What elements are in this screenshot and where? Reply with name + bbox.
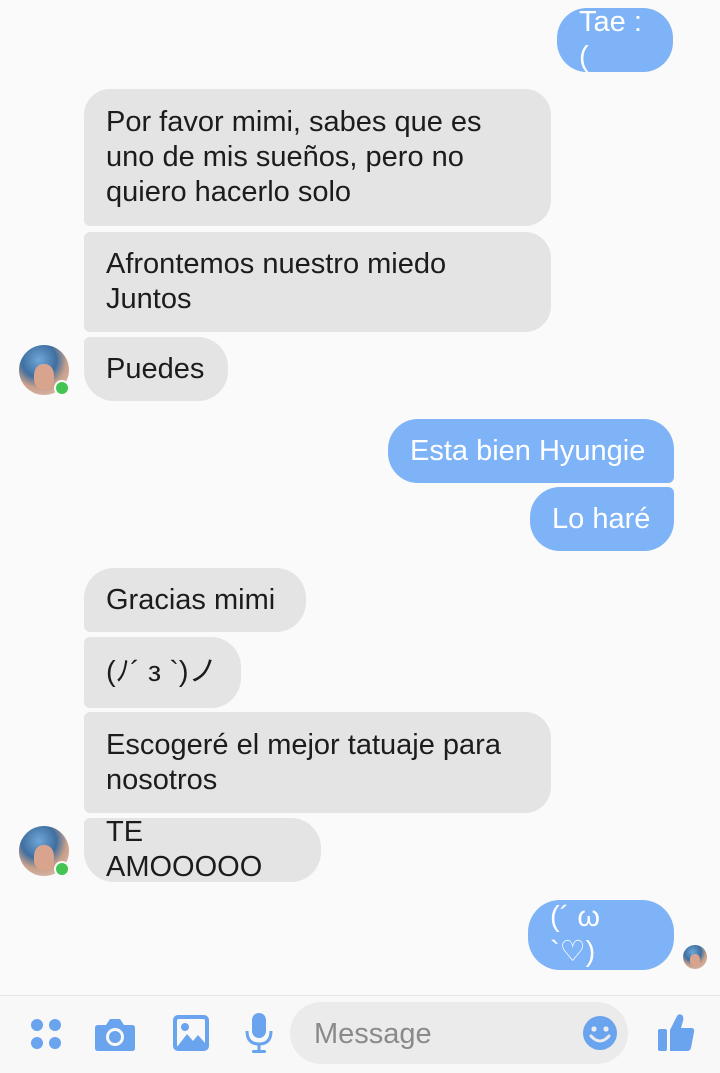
message-bubble-incoming[interactable]: Escogeré el mejor tatuaje para nosotros	[84, 712, 551, 813]
avatar-face	[34, 364, 54, 389]
contact-avatar[interactable]	[19, 345, 70, 396]
message-input-container	[290, 1002, 628, 1064]
seen-receipt-avatar	[683, 945, 707, 969]
message-bubble-outgoing[interactable]: Esta bien Hyungie	[388, 419, 674, 483]
message-composer	[0, 995, 720, 1073]
contact-avatar[interactable]	[19, 826, 70, 877]
message-bubble-outgoing[interactable]: Tae :(	[557, 6, 673, 73]
message-bubble-incoming[interactable]: Por favor mimi, sabes que es uno de mis …	[84, 89, 551, 226]
message-thread[interactable]: Tae :( Por favor mimi, sabes que es uno …	[0, 0, 720, 995]
camera-icon[interactable]	[94, 1016, 136, 1052]
gallery-icon[interactable]	[172, 1014, 210, 1052]
message-bubble-incoming[interactable]: Gracias mimi	[84, 568, 306, 632]
message-bubble-incoming[interactable]: (ﾉ´ з `)ノ	[84, 637, 241, 708]
message-bubble-outgoing[interactable]: (´ ω `♡)	[528, 900, 674, 970]
avatar-face	[34, 845, 54, 870]
online-status-dot	[54, 380, 70, 396]
message-bubble-outgoing[interactable]: Lo haré	[530, 487, 674, 551]
microphone-icon[interactable]	[244, 1012, 274, 1054]
message-bubble-incoming[interactable]: TE AMOOOOO	[84, 816, 321, 883]
online-status-dot	[54, 861, 70, 877]
message-bubble-incoming[interactable]: Afrontemos nuestro miedo Juntos	[84, 232, 551, 332]
thumbs-up-icon[interactable]	[657, 1013, 695, 1053]
emoji-icon[interactable]	[582, 1015, 618, 1051]
avatar-face	[690, 954, 700, 967]
message-input[interactable]	[312, 1012, 576, 1056]
message-bubble-incoming[interactable]: Puedes	[84, 337, 228, 401]
apps-grid-icon[interactable]	[29, 1017, 63, 1051]
